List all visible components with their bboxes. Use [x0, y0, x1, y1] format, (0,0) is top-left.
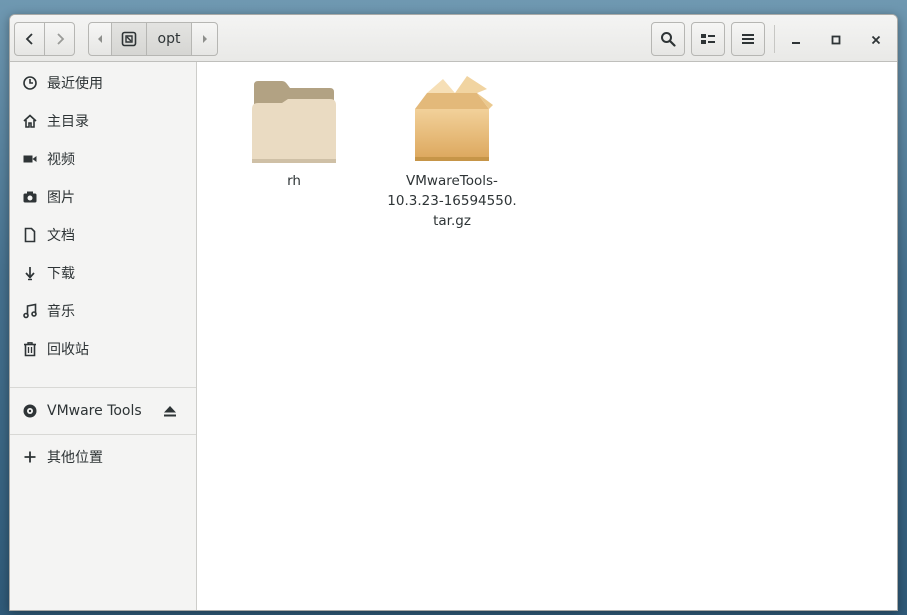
chevron-left-icon	[24, 32, 36, 46]
sidebar-item-label: 回收站	[47, 342, 89, 358]
sidebar-item-trash[interactable]: 回收站	[10, 331, 196, 367]
view-options-button[interactable]	[691, 22, 725, 56]
file-name-line: VMwareTools-	[406, 173, 498, 189]
package-icon	[415, 76, 493, 161]
sidebar-item-other-locations[interactable]: 其他位置	[10, 439, 196, 475]
eject-icon[interactable]	[162, 403, 178, 419]
sidebar-item-documents[interactable]: 文档	[10, 217, 196, 253]
sidebar-item-label: 下载	[47, 266, 75, 282]
plus-icon	[22, 449, 38, 465]
sidebar-item-recent[interactable]: 最近使用	[10, 65, 196, 101]
minimize-icon	[791, 30, 801, 49]
triangle-right-icon	[201, 34, 209, 44]
sidebar-item-label: 视频	[47, 152, 75, 168]
file-manager-window: opt 最近使用 主目录 视频 图片 文档 下载 音乐 回收站 VMware T…	[9, 14, 898, 611]
list-view-icon	[700, 31, 716, 47]
file-name: VMwareTools- 10.3.23-16594550. tar.gz	[382, 171, 522, 231]
download-icon	[22, 265, 38, 281]
sidebar: 最近使用 主目录 视频 图片 文档 下载 音乐 回收站 VMware Tools…	[10, 62, 197, 610]
sidebar-item-pictures[interactable]: 图片	[10, 179, 196, 215]
trash-icon	[22, 341, 38, 357]
folder-icon	[252, 81, 336, 163]
close-button[interactable]	[864, 27, 888, 51]
sidebar-separator	[10, 434, 196, 435]
sidebar-item-videos[interactable]: 视频	[10, 141, 196, 177]
chevron-right-icon	[54, 32, 66, 46]
sidebar-item-label: 其他位置	[47, 450, 103, 466]
music-icon	[22, 303, 38, 319]
sidebar-separator	[10, 387, 196, 388]
sidebar-item-label: 最近使用	[47, 76, 103, 92]
search-button[interactable]	[651, 22, 685, 56]
file-view: rh VMwareTools- 10.3.23-16594550. tar.gz	[198, 62, 897, 610]
document-icon	[22, 227, 38, 243]
maximize-icon	[831, 30, 841, 49]
disc-icon	[22, 403, 38, 419]
menu-button[interactable]	[731, 22, 765, 56]
sidebar-item-label: 音乐	[47, 304, 75, 320]
path-scroll-left-button[interactable]	[88, 22, 112, 56]
forward-button[interactable]	[44, 22, 75, 56]
sidebar-item-label: 文档	[47, 228, 75, 244]
sidebar-item-label: 图片	[47, 190, 75, 206]
drive-icon	[121, 31, 137, 47]
video-icon	[22, 151, 38, 167]
search-icon	[660, 31, 676, 47]
header-separator	[774, 25, 775, 53]
sidebar-item-vmware-tools[interactable]: VMware Tools	[10, 393, 196, 429]
path-current-button[interactable]: opt	[146, 22, 192, 56]
path-current-label: opt	[157, 31, 181, 47]
path-scroll-right-button[interactable]	[191, 22, 218, 56]
sidebar-item-label: VMware Tools	[47, 403, 142, 419]
file-item-archive[interactable]: VMwareTools- 10.3.23-16594550. tar.gz	[382, 75, 522, 231]
back-button[interactable]	[14, 22, 45, 56]
sidebar-item-label: 主目录	[47, 114, 89, 130]
path-root-button[interactable]	[111, 22, 147, 56]
sidebar-item-downloads[interactable]: 下载	[10, 255, 196, 291]
file-name: rh	[287, 173, 301, 189]
camera-icon	[22, 189, 38, 205]
recent-icon	[22, 75, 38, 91]
maximize-button[interactable]	[824, 27, 848, 51]
file-item-folder[interactable]: rh	[224, 79, 364, 191]
header-bar: opt	[10, 15, 897, 62]
home-icon	[22, 113, 38, 129]
hamburger-icon	[741, 32, 755, 46]
close-icon	[871, 30, 881, 49]
sidebar-item-home[interactable]: 主目录	[10, 103, 196, 139]
file-name-line: 10.3.23-16594550.	[387, 193, 517, 209]
sidebar-item-music[interactable]: 音乐	[10, 293, 196, 329]
triangle-left-icon	[96, 34, 104, 44]
minimize-button[interactable]	[784, 27, 808, 51]
file-name-line: tar.gz	[433, 213, 471, 229]
